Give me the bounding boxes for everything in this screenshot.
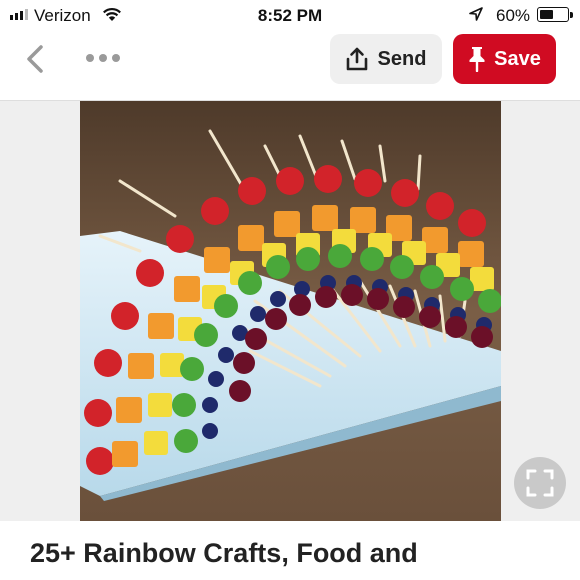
save-label: Save: [494, 47, 541, 70]
battery-icon: [537, 7, 573, 22]
location-arrow-icon: [469, 7, 483, 21]
pin-image-area: [0, 100, 580, 521]
send-button[interactable]: Send: [330, 34, 442, 84]
expand-icon: [526, 469, 554, 497]
more-icon[interactable]: [86, 54, 120, 62]
clock: 8:52 PM: [257, 6, 323, 25]
save-button[interactable]: Save: [453, 34, 556, 84]
send-label: Send: [377, 47, 427, 70]
status-bar: Verizon 8:52 PM 60%: [0, 0, 580, 30]
top-nav: Send Save: [0, 30, 580, 98]
pin-icon: [469, 47, 485, 72]
back-chevron-icon[interactable]: [22, 44, 48, 74]
expand-button[interactable]: [514, 457, 566, 509]
pin-title: 25+ Rainbow Crafts, Food and: [30, 538, 418, 568]
battery-percent: 60%: [496, 6, 531, 25]
pin-image[interactable]: [80, 101, 501, 521]
share-icon: [346, 47, 367, 71]
